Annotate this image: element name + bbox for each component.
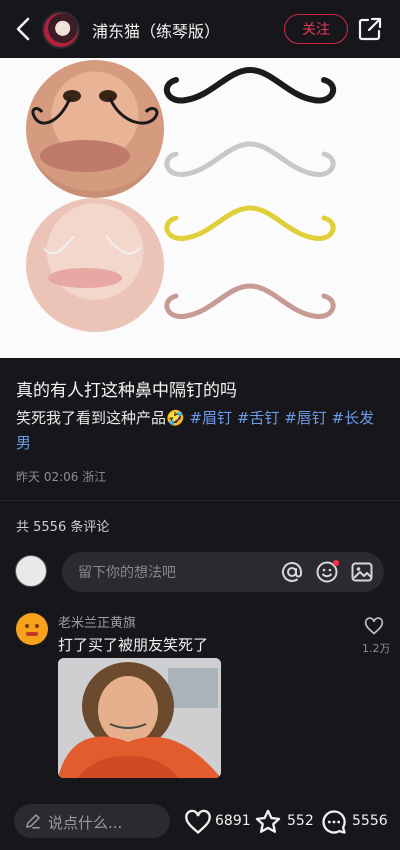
back-chevron-icon[interactable] (12, 16, 36, 42)
pencil-icon (26, 814, 40, 829)
hashtag[interactable]: #舌钉 (237, 409, 280, 427)
post-body: 笑死我了看到这种产品🤣 #眉钉 #舌钉 #唇钉 #长发男 (16, 406, 386, 456)
comment-text: 打了买了被朋友笑死了 (58, 636, 209, 654)
my-avatar (15, 555, 47, 587)
at-mention-icon[interactable] (280, 560, 304, 584)
say-something-placeholder: 说点什么... (48, 814, 123, 832)
comment-heart-icon[interactable] (364, 616, 384, 636)
hashtag[interactable]: #唇钉 (284, 409, 327, 427)
comment-count: 共 5556 条评论 (16, 520, 110, 535)
comment-count-bottom: 5556 (352, 813, 388, 829)
comment-photo-illustration (58, 658, 221, 778)
mustache-rings-illustration (31, 66, 337, 319)
post-meta: 昨天 02:06 浙江 (16, 470, 107, 484)
post-title: 真的有人打这种鼻中隔钉的吗 (16, 381, 237, 401)
post-image[interactable] (0, 58, 400, 358)
author-name[interactable]: 浦东猫（练琴版） (92, 18, 220, 42)
image-icon[interactable] (350, 560, 374, 584)
like-heart-icon[interactable] (184, 808, 212, 836)
comment-like-count: 1.2万 (362, 642, 391, 655)
comment-input-placeholder: 留下你的想法吧 (78, 565, 176, 581)
share-icon[interactable] (357, 16, 383, 42)
commenter-name[interactable]: 老米兰正黄旗 (58, 612, 136, 631)
comment-image[interactable] (58, 658, 221, 778)
post-body-text: 笑死我了看到这种产品🤣 (16, 409, 185, 427)
favorite-count: 552 (287, 813, 314, 829)
hashtag[interactable]: #眉钉 (189, 409, 232, 427)
commenter-avatar[interactable] (16, 613, 48, 645)
divider (0, 500, 400, 501)
follow-button[interactable]: 关注 (284, 14, 348, 44)
author-avatar[interactable] (42, 11, 80, 49)
comment-bubble-icon[interactable] (320, 808, 348, 836)
face-icon (25, 624, 39, 636)
favorite-star-icon[interactable] (254, 808, 282, 836)
emoji-icon[interactable] (315, 560, 339, 584)
like-count: 6891 (215, 813, 251, 829)
